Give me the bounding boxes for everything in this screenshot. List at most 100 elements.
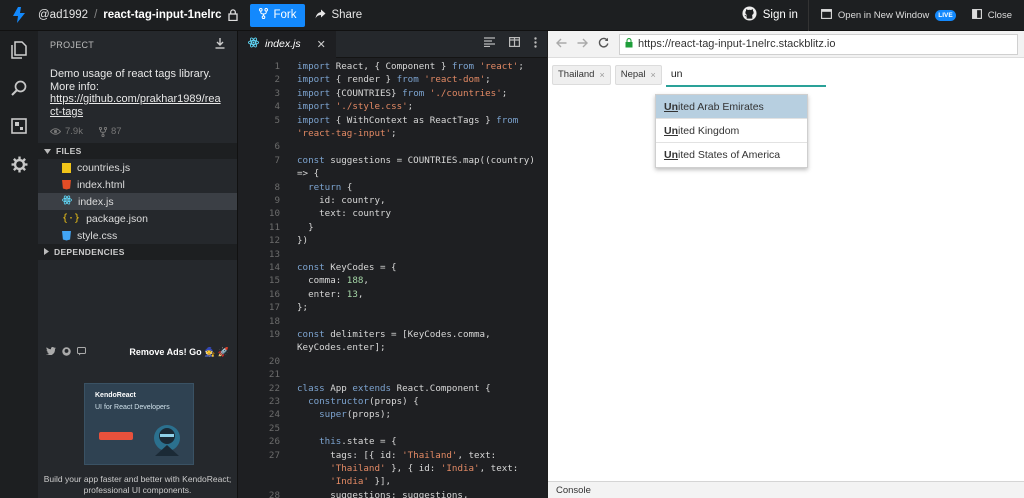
- ad-cta-button: [99, 432, 133, 440]
- description-text: Demo usage of react tags library. More i…: [50, 68, 212, 93]
- file-name: countries.js: [77, 161, 131, 174]
- stackblitz-logo-icon[interactable]: [0, 0, 38, 31]
- share-button[interactable]: Share: [315, 9, 362, 22]
- user-link[interactable]: @ad1992: [38, 9, 88, 21]
- format-code-icon[interactable]: [484, 37, 495, 51]
- console-panel[interactable]: Console: [548, 481, 1024, 498]
- line-number: 11: [268, 221, 280, 233]
- tab-label: index.js: [265, 38, 301, 50]
- js-file-icon: [62, 162, 71, 173]
- back-arrow-icon[interactable]: [556, 38, 567, 51]
- line-number: 23: [268, 396, 280, 407]
- suggestion-item[interactable]: Un ited States of America: [656, 143, 807, 167]
- eye-icon: [50, 128, 61, 135]
- project-sidebar: PROJECT Demo usage of react tags library…: [38, 31, 237, 498]
- line-number: 15: [268, 275, 280, 287]
- close-tab-icon[interactable]: ✕: [317, 38, 326, 51]
- caret-down-icon: [44, 146, 51, 156]
- twitter-icon[interactable]: [46, 347, 56, 357]
- remove-tag-button[interactable]: ×: [651, 70, 656, 80]
- line-number: 24: [268, 409, 280, 421]
- dependencies-section-header[interactable]: DEPENDENCIES: [38, 244, 237, 260]
- fork-button[interactable]: Fork: [250, 3, 306, 27]
- reload-icon[interactable]: [598, 37, 609, 51]
- project-stats: 7.9k 87: [38, 118, 237, 143]
- code-line: const suggestions = COUNTRIES.map((count…: [297, 154, 535, 166]
- react-file-icon: [62, 195, 72, 208]
- line-number: 17: [268, 302, 280, 314]
- file-name: index.js: [78, 195, 114, 208]
- css-file-icon: [62, 230, 71, 241]
- files-heading: FILES: [56, 146, 82, 156]
- code-line: tags: [{ id: 'Thailand', text:: [297, 449, 497, 461]
- share-icon: [315, 9, 326, 22]
- url-field[interactable]: https://react-tag-input-1nelrc.stackblit…: [619, 33, 1018, 55]
- code-line: import React, { Component } from 'react'…: [297, 61, 524, 72]
- files-icon[interactable]: [0, 31, 38, 69]
- lock-icon: [228, 9, 239, 21]
- top-bar: @ad1992 / react-tag-input-1nelrc Fork Sh…: [0, 0, 1024, 31]
- code-line: }): [297, 235, 309, 247]
- line-number: 8: [274, 181, 280, 193]
- close-button[interactable]: Close: [964, 0, 1024, 31]
- code-line: import { WithContext as ReactTags } from: [297, 114, 519, 126]
- file-item-index-js[interactable]: index.js: [38, 193, 237, 210]
- line-number: 18: [268, 315, 280, 327]
- line-number: 22: [268, 382, 280, 394]
- code-line: import { render } from 'react-dom';: [297, 74, 491, 86]
- suggestion-item[interactable]: Un ited Arab Emirates: [656, 95, 807, 119]
- settings-gear-icon[interactable]: [0, 145, 38, 183]
- remove-tag-button[interactable]: ×: [599, 70, 604, 80]
- suggestion-rest: ited Arab Emirates: [678, 100, 764, 113]
- line-number: 6: [274, 141, 280, 153]
- tab-index-js[interactable]: index.js ✕: [238, 30, 336, 58]
- suggestion-item[interactable]: Un ited Kingdom: [656, 119, 807, 143]
- files-section-header[interactable]: FILES: [38, 143, 237, 159]
- file-item-package-json[interactable]: {·} package.json: [38, 210, 237, 227]
- repo-title[interactable]: react-tag-input-1nelrc: [103, 9, 221, 21]
- line-number: 2: [274, 74, 280, 86]
- remove-ads-link[interactable]: Remove Ads! Go 🧙 🚀: [129, 347, 229, 358]
- line-number: 14: [268, 262, 280, 273]
- suggestions-dropdown: Un ited Arab Emirates Un ited Kingdom Un it…: [655, 94, 808, 168]
- line-number: 5: [274, 114, 280, 126]
- file-item-style-css[interactable]: style.css: [38, 227, 237, 244]
- kendo-react-ad[interactable]: KendoReact UI for React Developers: [84, 383, 194, 465]
- line-number: 28: [268, 489, 280, 498]
- sign-in-label: Sign in: [762, 9, 798, 21]
- more-options-icon[interactable]: [534, 37, 537, 51]
- code-line: 'Thailand' }, { id: 'India', text:: [330, 463, 519, 474]
- suggestion-match: Un: [664, 100, 678, 113]
- code-line: suggestions: suggestions,: [297, 489, 469, 498]
- line-number: 3: [274, 87, 280, 99]
- file-item-index-html[interactable]: index.html: [38, 176, 237, 193]
- project-link[interactable]: https://github.com/prakhar1989/react-tag…: [50, 93, 221, 118]
- code-line: class App extends React.Component {: [297, 382, 491, 394]
- tag-chip: Nepal ×: [614, 64, 662, 85]
- chat-icon[interactable]: [77, 346, 86, 358]
- html-file-icon: [62, 179, 71, 190]
- code-area[interactable]: 1 import React, { Component } from 'react…: [238, 58, 548, 498]
- download-icon[interactable]: [215, 38, 225, 51]
- open-new-window-button[interactable]: Open in New Window LIVE: [809, 0, 964, 31]
- line-number: 27: [268, 449, 280, 461]
- social-row: Remove Ads! Go 🧙 🚀: [38, 341, 237, 363]
- line-number: 19: [268, 329, 280, 340]
- search-icon[interactable]: [0, 69, 38, 107]
- tag-text-input[interactable]: [665, 62, 826, 87]
- forward-arrow-icon[interactable]: [577, 38, 588, 51]
- fork-icon: [259, 8, 269, 22]
- caret-right-icon: [44, 247, 49, 257]
- code-line: import {COUNTRIES} from './countries';: [297, 87, 508, 99]
- code-line: return {: [308, 181, 353, 193]
- breadcrumb: @ad1992 / react-tag-input-1nelrc: [38, 9, 221, 21]
- extensions-icon[interactable]: [0, 107, 38, 145]
- sign-in-button[interactable]: Sign in: [732, 0, 809, 31]
- browser-bar: https://react-tag-input-1nelrc.stackblit…: [548, 31, 1024, 58]
- ad-subtitle: UI for React Developers: [95, 404, 170, 411]
- suggestion-rest: ited Kingdom: [678, 124, 740, 137]
- file-item-countries-js[interactable]: countries.js: [38, 159, 237, 176]
- split-view-icon[interactable]: [509, 37, 521, 51]
- github-small-icon[interactable]: [62, 346, 71, 358]
- code-line: => {: [297, 168, 320, 180]
